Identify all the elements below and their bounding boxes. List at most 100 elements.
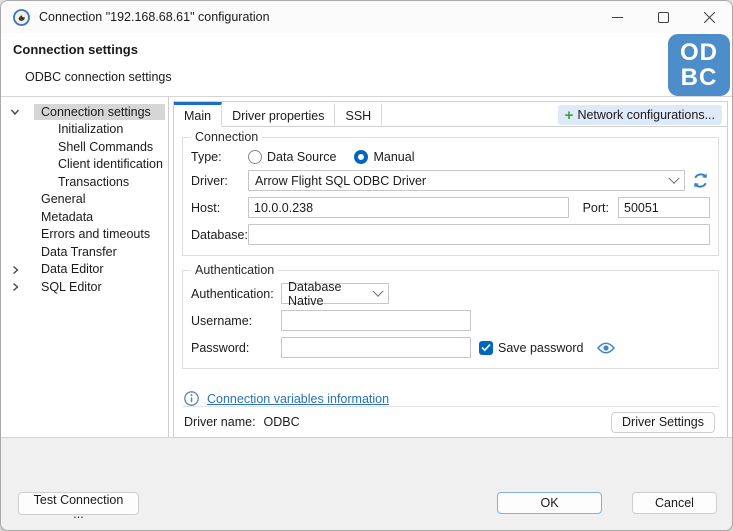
- host-label: Host:: [191, 201, 248, 215]
- tab-ssh[interactable]: SSH: [335, 102, 382, 127]
- connection-group-title: Connection: [191, 130, 262, 144]
- driver-settings-button[interactable]: Driver Settings: [611, 412, 715, 433]
- minimize-button[interactable]: [594, 1, 640, 33]
- chevron-right-icon[interactable]: [9, 281, 21, 293]
- page-subtitle: ODBC connection settings: [25, 70, 172, 84]
- chevron-down-icon: [372, 285, 383, 296]
- authentication-select-value: Database Native: [288, 280, 374, 308]
- username-input[interactable]: [281, 310, 471, 331]
- dialog-header: Connection settings ODBC connection sett…: [1, 33, 732, 97]
- odbc-logo-line2: BC: [681, 65, 718, 90]
- sidebar-item-data-editor[interactable]: Data Editor: [1, 261, 168, 279]
- type-row: Type: Data Source Manual: [191, 150, 710, 164]
- titlebar: Connection "192.168.68.61" configuration: [1, 1, 732, 33]
- driver-select[interactable]: Arrow Flight SQL ODBC Driver: [248, 170, 685, 191]
- maximize-button[interactable]: [640, 1, 686, 33]
- odbc-logo-line1: OD: [680, 40, 718, 65]
- radio-unchecked-icon: [248, 150, 262, 164]
- password-row: Password: Save password: [191, 337, 710, 358]
- type-data-source-radio[interactable]: Data Source: [248, 150, 336, 164]
- connection-variables-link[interactable]: Connection variables information: [207, 392, 389, 406]
- tab-driver-properties[interactable]: Driver properties: [222, 102, 335, 127]
- settings-tree: Connection settings Initialization Shell…: [1, 97, 169, 437]
- type-label: Type:: [191, 150, 248, 164]
- radio-checked-icon: [354, 150, 368, 164]
- driver-name-value: ODBC: [264, 415, 300, 429]
- database-row: Database:: [191, 224, 710, 245]
- settings-content: Main Driver properties SSH + Network con…: [169, 97, 732, 437]
- authentication-select[interactable]: Database Native: [281, 283, 389, 304]
- sidebar-item-initialization[interactable]: Initialization: [1, 121, 168, 139]
- host-input[interactable]: [248, 197, 569, 218]
- refresh-driver-icon[interactable]: [691, 171, 710, 190]
- password-input[interactable]: [281, 337, 471, 358]
- connection-configuration-dialog: Connection "192.168.68.61" configuration…: [0, 0, 733, 531]
- chevron-right-icon[interactable]: [9, 264, 21, 276]
- cancel-button[interactable]: Cancel: [632, 492, 717, 514]
- chevron-down-icon: [668, 172, 679, 183]
- tab-content-main: Connection Type: Data Source Manual: [174, 127, 727, 437]
- driver-select-value: Arrow Flight SQL ODBC Driver: [255, 174, 426, 188]
- authentication-label: Authentication:: [191, 287, 281, 301]
- sidebar-item-data-transfer[interactable]: Data Transfer: [1, 243, 168, 261]
- type-manual-label: Manual: [373, 150, 414, 164]
- plus-icon: +: [565, 108, 574, 123]
- username-row: Username:: [191, 310, 710, 331]
- driver-name-label: Driver name:: [184, 415, 256, 429]
- tab-label: Main: [184, 109, 211, 123]
- odbc-logo: OD BC: [668, 34, 730, 96]
- tab-label: SSH: [345, 109, 371, 123]
- sidebar-item-label: Data Transfer: [41, 245, 117, 259]
- authentication-group: Authentication Authentication: Database …: [182, 270, 719, 369]
- tab-main[interactable]: Main: [174, 102, 222, 127]
- sidebar-item-label: Client identification: [58, 157, 163, 171]
- sidebar-item-transactions[interactable]: Transactions: [1, 173, 168, 191]
- database-label: Database:: [191, 228, 248, 242]
- sidebar-item-label: Connection settings: [34, 104, 165, 120]
- port-label: Port:: [583, 201, 609, 215]
- sidebar-item-label: Initialization: [58, 122, 123, 136]
- sidebar-item-label: Metadata: [41, 210, 93, 224]
- window-title: Connection "192.168.68.61" configuration: [39, 10, 270, 24]
- driver-row: Driver: Arrow Flight SQL ODBC Driver: [191, 170, 710, 191]
- type-manual-radio[interactable]: Manual: [354, 150, 414, 164]
- ok-button[interactable]: OK: [497, 492, 602, 514]
- save-password-label: Save password: [498, 341, 583, 355]
- driver-name-row: Driver name: ODBC Driver Settings: [182, 406, 719, 437]
- tab-bar: Main Driver properties SSH + Network con…: [174, 102, 727, 127]
- password-label: Password:: [191, 341, 281, 355]
- port-input[interactable]: [618, 197, 710, 218]
- network-configurations-button[interactable]: + Network configurations...: [558, 105, 722, 125]
- sidebar-item-errors-and-timeouts[interactable]: Errors and timeouts: [1, 226, 168, 244]
- sidebar-item-client-identification[interactable]: Client identification: [1, 156, 168, 174]
- sidebar-item-label: Errors and timeouts: [41, 227, 150, 241]
- dbeaver-app-icon: [13, 9, 30, 26]
- main-area: Connection settings Initialization Shell…: [1, 97, 732, 438]
- close-button[interactable]: [686, 1, 732, 33]
- sidebar-item-shell-commands[interactable]: Shell Commands: [1, 138, 168, 156]
- username-label: Username:: [191, 314, 281, 328]
- connection-variables-row: Connection variables information: [184, 391, 719, 406]
- sidebar-item-metadata[interactable]: Metadata: [1, 208, 168, 226]
- connection-group: Connection Type: Data Source Manual: [182, 137, 719, 256]
- sidebar-item-sql-editor[interactable]: SQL Editor: [1, 278, 168, 296]
- type-data-source-label: Data Source: [267, 150, 336, 164]
- test-connection-button[interactable]: Test Connection ...: [18, 492, 139, 515]
- host-row: Host: Port:: [191, 197, 710, 218]
- info-icon: [184, 391, 199, 406]
- sidebar-item-label: Transactions: [58, 175, 129, 189]
- sidebar-item-label: General: [41, 192, 85, 206]
- tab-label: Driver properties: [232, 109, 324, 123]
- chevron-down-icon[interactable]: [9, 106, 21, 118]
- show-password-eye-icon[interactable]: [597, 341, 615, 355]
- save-password-checkbox[interactable]: [479, 341, 493, 355]
- sidebar-item-label: SQL Editor: [41, 280, 102, 294]
- sidebar-item-connection-settings[interactable]: Connection settings: [1, 103, 168, 121]
- page-title: Connection settings: [13, 42, 138, 57]
- tab-folder: Main Driver properties SSH + Network con…: [173, 101, 728, 438]
- database-input[interactable]: [248, 224, 710, 245]
- sidebar-item-label: Data Editor: [41, 262, 104, 276]
- network-configurations-label: Network configurations...: [577, 108, 715, 122]
- sidebar-item-general[interactable]: General: [1, 191, 168, 209]
- authentication-row: Authentication: Database Native: [191, 283, 710, 304]
